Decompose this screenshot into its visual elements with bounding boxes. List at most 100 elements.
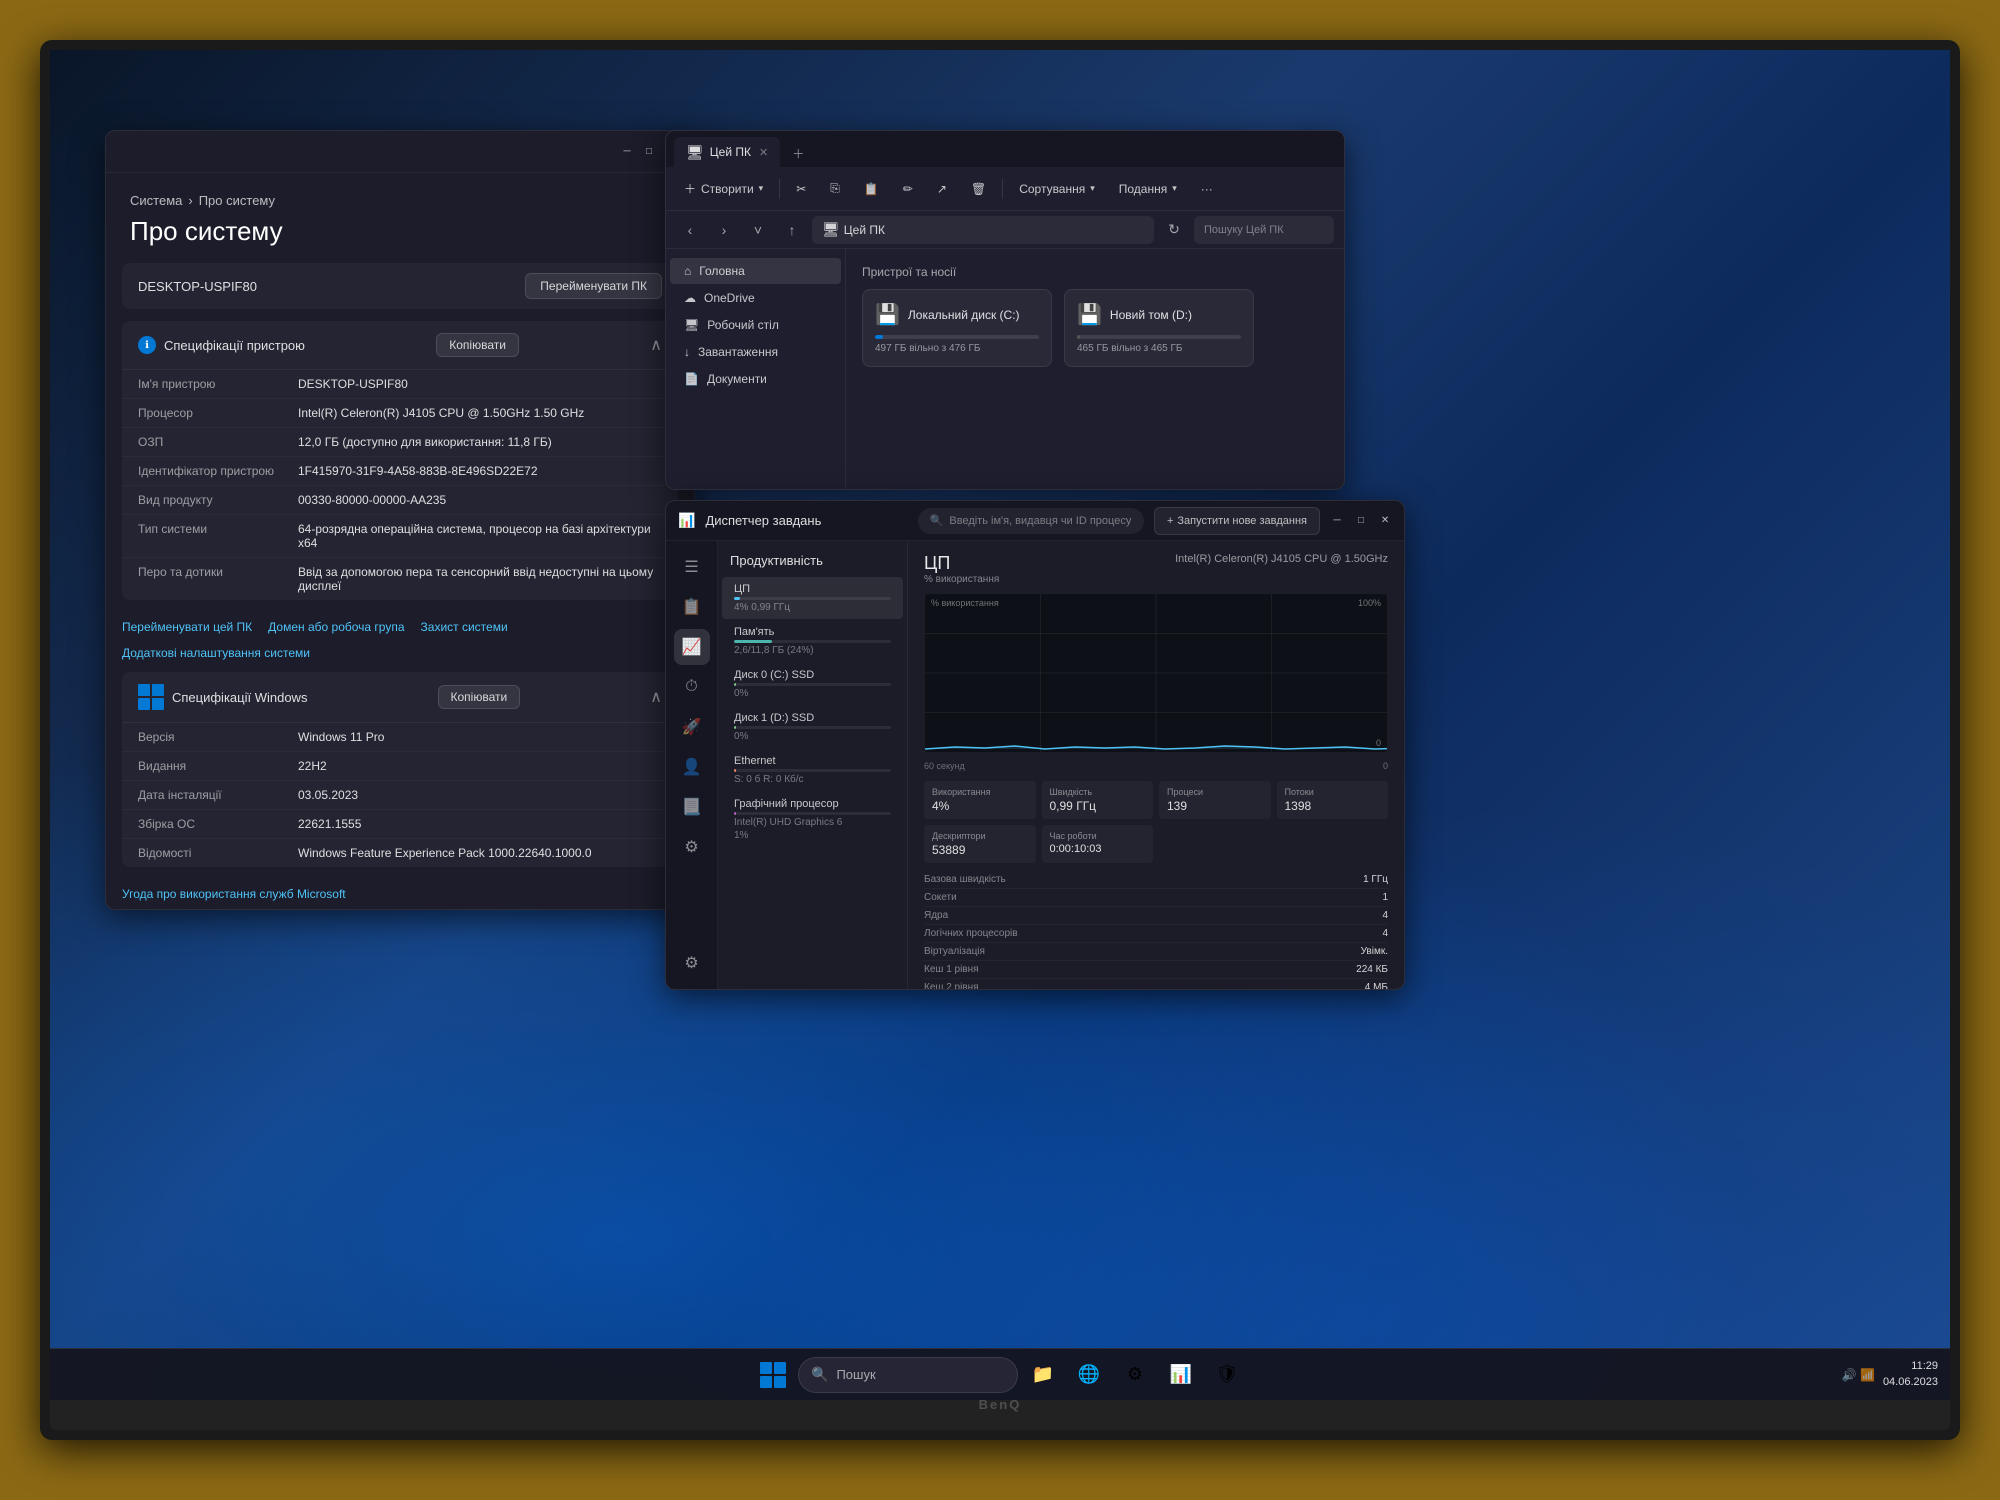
taskman-nav-details[interactable]: 📃 <box>674 789 710 825</box>
clock-date: 04.06.2023 <box>1883 1375 1938 1390</box>
ethernet-item-name: Ethernet <box>734 755 891 767</box>
copy-specs-button[interactable]: Копіювати <box>436 333 519 357</box>
breadcrumb: Система › Про систему <box>106 173 694 216</box>
taskman-nav-history[interactable]: ⏱ <box>674 669 710 705</box>
windows-specs-header: Специфікації Windows Копіювати ∧ <box>122 672 678 723</box>
system-settings-window: ─ □ ✕ Система › Про систему Про систему … <box>105 130 695 910</box>
start-button[interactable] <box>752 1354 794 1396</box>
address-pc-icon: 🖥 <box>822 221 840 238</box>
taskman-minimize[interactable]: ─ <box>1330 514 1344 528</box>
rename-pc-link[interactable]: Перейменувати цей ПК <box>122 620 252 634</box>
spec-row-install-date: Дата інсталяції 03.05.2023 <box>122 781 678 810</box>
taskman-nav-users[interactable]: 👤 <box>674 749 710 785</box>
drive-d-icon: 💾 <box>1077 302 1102 327</box>
monitor-bezel: ─ □ ✕ Система › Про систему Про систему … <box>40 40 1960 1440</box>
taskbar-app-settings[interactable]: ⚙ <box>1114 1354 1156 1396</box>
spec-row-device-id: Ідентифікатор пристрою 1F415970-31F9-4A5… <box>122 457 678 486</box>
perf-item-cpu[interactable]: ЦП 4% 0,99 ГГц <box>722 577 903 619</box>
taskbar-app-edge[interactable]: 🌐 <box>1068 1354 1110 1396</box>
device-specs-section: ℹ Специфікації пристрою Копіювати ∧ Ім'я… <box>122 321 678 600</box>
perf-item-memory[interactable]: Пам'ять 2,6/11,8 ГБ (24%) <box>722 620 903 662</box>
domain-link[interactable]: Домен або робоча група <box>268 620 404 634</box>
taskman-app-icon: 📊 <box>678 512 695 529</box>
explorer-search[interactable]: Пошуку Цей ПК <box>1194 216 1334 244</box>
copy-button[interactable]: ⎘ <box>820 173 850 205</box>
address-text: Цей ПК <box>844 223 885 237</box>
page-title: Про систему <box>106 216 694 263</box>
delete-button[interactable]: 🗑 <box>961 173 996 205</box>
taskman-close[interactable]: ✕ <box>1378 514 1392 528</box>
home-icon: ⌂ <box>684 264 691 278</box>
minimize-button[interactable]: ─ <box>620 145 634 159</box>
taskbar-app-explorer[interactable]: 📁 <box>1022 1354 1064 1396</box>
cpu-stats-grid: Використання 4% Швидкість 0,99 ГГц Проце… <box>924 781 1388 863</box>
perf-item-ethernet[interactable]: Ethernet S: 0 б R: 0 Кб/с <box>722 749 903 791</box>
up-button[interactable]: ↑ <box>778 216 806 244</box>
refresh-button[interactable]: ↻ <box>1160 216 1188 244</box>
rename-pc-button[interactable]: Перейменувати ПК <box>525 273 662 299</box>
taskman-nav-performance[interactable]: 📈 <box>674 629 710 665</box>
additional-settings-link[interactable]: Додаткові налаштування системи <box>106 642 694 664</box>
windows-specs-title: Специфікації Windows <box>138 684 307 710</box>
perf-item-gpu[interactable]: Графічний процесор Intel(R) UHD Graphics… <box>722 792 903 847</box>
copy-win-specs-button[interactable]: Копіювати <box>438 685 521 709</box>
microsoft-services-link[interactable]: Угода про використання служб Microsoft <box>122 887 678 901</box>
perf-item-disk1[interactable]: Диск 1 (D:) SSD 0% <box>722 706 903 748</box>
taskbar-app-taskman[interactable]: 📊 <box>1160 1354 1202 1396</box>
sidebar-item-downloads[interactable]: ↓ Завантаження <box>670 339 841 365</box>
back-button[interactable]: ‹ <box>676 216 704 244</box>
share-button[interactable]: ↗ <box>927 173 957 205</box>
download-icon: ↓ <box>684 345 690 359</box>
drive-c[interactable]: 💾 Локальний диск (C:) 497 ГБ вільно з 47… <box>862 289 1052 367</box>
taskbar-time: 11:29 04.06.2023 <box>1883 1359 1938 1390</box>
maximize-button[interactable]: □ <box>642 145 656 159</box>
new-task-button[interactable]: + Запустити нове завдання <box>1154 507 1320 535</box>
cut-button[interactable]: ✂ <box>786 173 816 205</box>
collapse-win-icon[interactable]: ∧ <box>650 687 662 707</box>
down-button[interactable]: ˅ <box>744 216 772 244</box>
search-icon: 🔍 <box>930 514 944 527</box>
tab-label: Цей ПК <box>710 145 751 159</box>
drive-d[interactable]: 💾 Новий том (D:) 465 ГБ вільно з 465 ГБ <box>1064 289 1254 367</box>
taskman-search[interactable]: 🔍 Введіть ім'я, видавця чи ID процесу <box>918 508 1144 534</box>
collapse-icon[interactable]: ∧ <box>650 335 662 355</box>
taskman-nav-processes[interactable]: 📋 <box>674 589 710 625</box>
gpu-item-pct: 1% <box>734 830 891 841</box>
taskbar-search[interactable]: 🔍 Пошук <box>798 1357 1018 1393</box>
graph-label: % використання <box>931 598 999 608</box>
sidebar-item-home[interactable]: ⌂ Головна <box>670 258 841 284</box>
task-manager-window: 📊 Диспетчер завдань 🔍 Введіть ім'я, вида… <box>665 500 1405 990</box>
create-button[interactable]: ＋ Створити ▾ <box>674 173 773 205</box>
handles-label: Дескриптори <box>932 831 1028 841</box>
taskbar-app-misc[interactable]: 🛡 <box>1206 1354 1248 1396</box>
sidebar-item-documents[interactable]: 📄 Документи <box>670 366 841 392</box>
info-icon: ℹ <box>138 336 156 354</box>
taskman-nav-services[interactable]: ⚙ <box>674 829 710 865</box>
sidebar-item-desktop[interactable]: 🖥 Робочий стіл <box>670 312 841 338</box>
graph-0: 0 <box>1376 738 1381 748</box>
sort-button[interactable]: Сортування ▾ <box>1009 173 1105 205</box>
system-protection-link[interactable]: Захист системи <box>421 620 508 634</box>
more-button[interactable]: ··· <box>1191 173 1223 205</box>
rename-button[interactable]: ✏ <box>893 173 923 205</box>
taskman-nav-startup[interactable]: 🚀 <box>674 709 710 745</box>
forward-button[interactable]: › <box>710 216 738 244</box>
stat-speed: Швидкість 0,99 ГГц <box>1042 781 1154 819</box>
license-terms-link[interactable]: Умови ліцензії на програмний продукт Mic… <box>122 907 386 909</box>
drive-d-header: 💾 Новий том (D:) <box>1077 302 1241 327</box>
tab-close-icon[interactable]: ✕ <box>759 146 768 159</box>
sidebar-item-onedrive[interactable]: ☁ OneDrive <box>670 285 841 311</box>
disk0-bar-bg <box>734 683 891 686</box>
new-tab-button[interactable]: ＋ <box>782 139 814 167</box>
ethernet-bar-bg <box>734 769 891 772</box>
view-button[interactable]: Подання ▾ <box>1109 173 1187 205</box>
perf-item-disk0[interactable]: Диск 0 (C:) SSD 0% <box>722 663 903 705</box>
taskman-nav-hamburger[interactable]: ☰ <box>674 549 710 585</box>
address-bar[interactable]: 🖥 Цей ПК <box>812 216 1154 244</box>
taskman-maximize[interactable]: □ <box>1354 514 1368 528</box>
chevron-icon: ▾ <box>759 183 764 194</box>
paste-button[interactable]: 📋 <box>854 173 889 205</box>
explorer-tab-this-pc[interactable]: 🖥 Цей ПК ✕ <box>674 137 780 167</box>
downloads-label: Завантаження <box>698 345 778 359</box>
taskman-nav-settings[interactable]: ⚙ <box>674 945 710 981</box>
